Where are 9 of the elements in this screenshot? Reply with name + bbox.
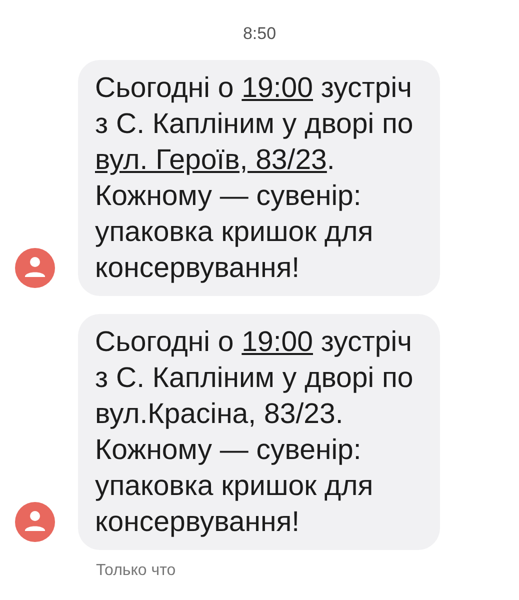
avatar-icon: [15, 248, 55, 288]
avatar-icon: [15, 502, 55, 542]
message-text: Сьогодні о 19:00 зустріч з С. Капліним у дворі по вул.Красіна, 83/23. Кожному — сувенір: упаковка кришок для консервування!: [95, 325, 414, 540]
link[interactable]: вул. Героїв, 83/23: [95, 144, 327, 176]
link[interactable]: 19:00: [242, 72, 313, 104]
timestamp: 8:50: [242, 24, 276, 44]
message-text: Сьогодні о 19:00 зустріч з С. Капліним у дворі по вул. Героїв, 83/23. Кожному — сувенір: упаковка кришок для консервування!: [95, 71, 414, 286]
link[interactable]: 19:00: [242, 326, 313, 358]
delivery-status: Только что: [96, 562, 177, 580]
